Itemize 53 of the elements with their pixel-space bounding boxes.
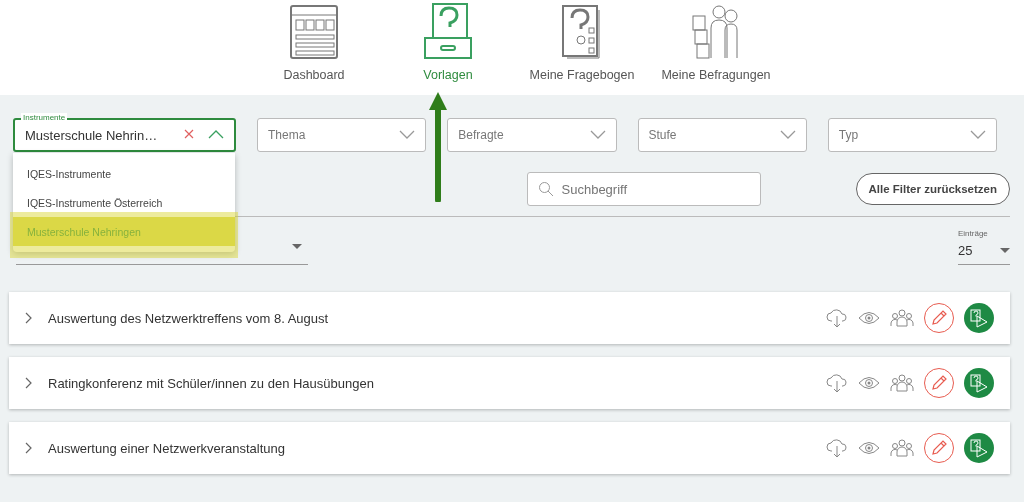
template-title: Ratingkonferenz mit Schüler/innen zu den Hausübungen — [48, 375, 375, 391]
eye-icon[interactable] — [858, 376, 880, 390]
eye-icon[interactable] — [858, 441, 880, 455]
field-label: Instrumente — [21, 113, 68, 122]
start-survey-button[interactable] — [964, 368, 994, 398]
filter-select[interactable]: Befragte — [447, 118, 617, 152]
question-drawer-icon — [421, 2, 475, 60]
question-play-icon — [969, 373, 989, 393]
group-icon[interactable] — [890, 439, 914, 457]
chevron-down-icon — [399, 130, 416, 140]
chevron-right-icon[interactable] — [25, 377, 32, 389]
filter-select[interactable]: Thema — [257, 118, 427, 152]
caret-down-icon — [1000, 247, 1010, 254]
entries-select[interactable]: 25 — [958, 238, 1010, 265]
chevron-down-icon — [970, 130, 986, 140]
template-title: Auswertung einer Netzwerkveranstaltung — [48, 440, 286, 456]
start-survey-button[interactable] — [964, 433, 994, 463]
eye-icon[interactable] — [858, 311, 880, 325]
filter-select[interactable]: Stufe — [637, 118, 807, 152]
nav-tab[interactable]: Dashboard — [254, 0, 374, 95]
chevron-right-icon[interactable] — [25, 312, 32, 324]
question-play-icon — [969, 438, 989, 458]
cloud-download-icon[interactable] — [826, 308, 848, 328]
pencil-icon — [930, 439, 948, 457]
nav-tab[interactable]: Meine Fragebogen — [522, 0, 642, 95]
group-icon[interactable] — [890, 374, 914, 392]
cloud-download-icon[interactable] — [826, 373, 848, 393]
start-survey-button[interactable] — [964, 303, 994, 333]
edit-button[interactable] — [924, 303, 954, 333]
menu-option[interactable]: IQES-Instrumente — [13, 159, 235, 188]
group-icon[interactable] — [890, 309, 914, 327]
reset-filters-button[interactable]: Alle Filter zurücksetzen — [855, 173, 1010, 205]
chevron-right-icon[interactable] — [25, 442, 32, 454]
filter-select[interactable]: Typ — [827, 118, 997, 152]
pencil-icon — [930, 374, 948, 392]
edit-button[interactable] — [924, 433, 954, 463]
cloud-download-icon[interactable] — [826, 438, 848, 458]
template-title: Auswertung des Netzwerktreffens vom 8. August — [48, 310, 330, 326]
nav-tab[interactable]: Meine Befragungen — [656, 0, 776, 95]
nav-tab[interactable]: Vorlagen — [388, 0, 508, 95]
clear-icon[interactable] — [184, 129, 194, 139]
question-play-icon — [969, 308, 989, 328]
dashboard-icon — [287, 2, 341, 60]
menu-option[interactable]: IQES-Instrumente Österreich — [13, 188, 235, 217]
entries-label: Einträge — [958, 229, 989, 238]
chevron-down-icon — [589, 130, 606, 140]
pencil-icon — [930, 309, 948, 327]
chevron-down-icon — [779, 130, 796, 140]
search-field[interactable]: Suchbegriff — [526, 172, 761, 206]
caret-down-icon — [292, 243, 302, 250]
caret-up-icon — [208, 129, 224, 139]
edit-button[interactable] — [924, 368, 954, 398]
search-icon — [537, 181, 554, 197]
